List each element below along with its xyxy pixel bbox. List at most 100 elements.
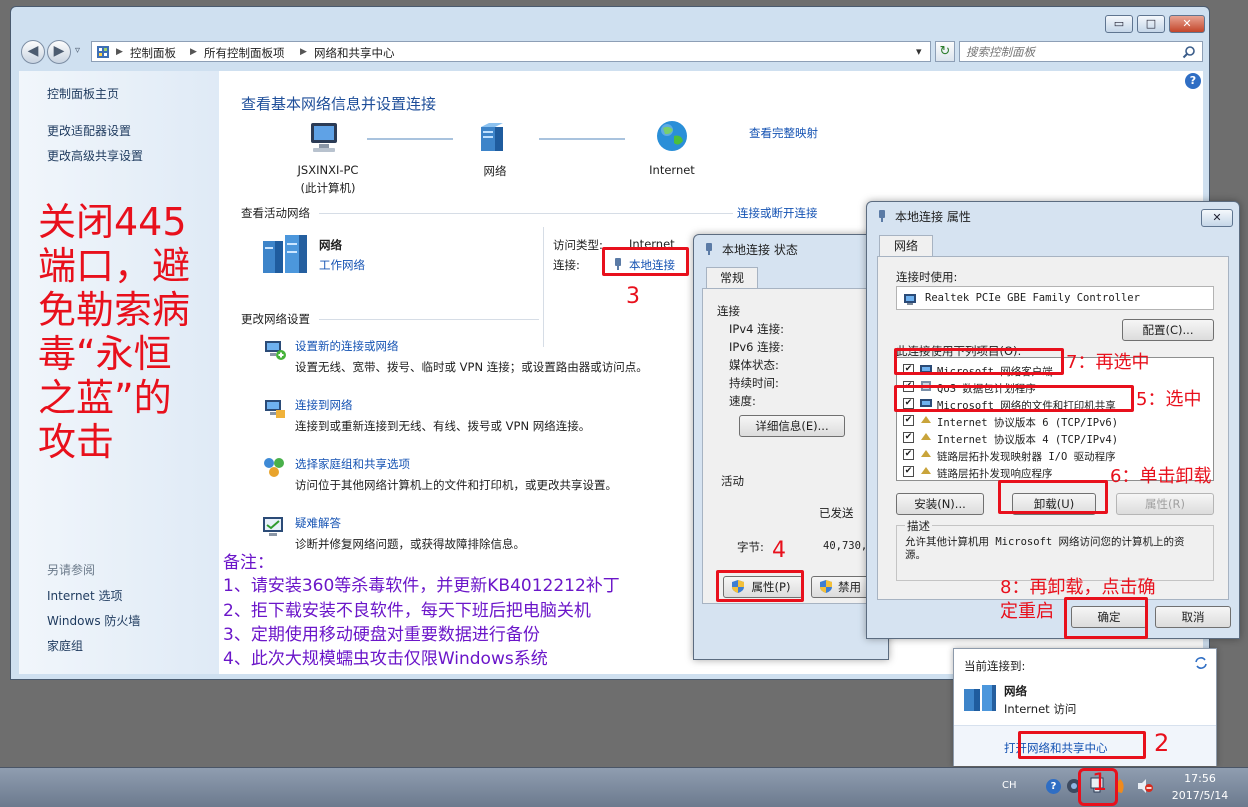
item-checkbox[interactable]: ✔ <box>903 466 914 477</box>
view-full-map-link[interactable]: 查看完整映射 <box>749 125 818 141</box>
search-icon[interactable] <box>1182 45 1196 59</box>
breadcrumb-separator-icon: ▶ <box>300 47 307 57</box>
close-button[interactable]: ✕ <box>1169 15 1205 33</box>
map-connector-line <box>539 138 625 140</box>
connect-disconnect-link[interactable]: 连接或断开连接 <box>737 205 818 221</box>
speed-label: 速度: <box>729 394 756 408</box>
new-connection-icon <box>265 341 286 360</box>
language-indicator[interactable]: CH <box>1002 780 1017 791</box>
sidebar-home-link[interactable]: 控制面板主页 <box>47 85 119 102</box>
sidebar-adapter-settings-link[interactable]: 更改适配器设置 <box>47 122 131 139</box>
note-line: 4、此次大规模蠕虫攻击仅限Windows系统 <box>223 649 548 669</box>
clock-date[interactable]: 2017/5/14 <box>1166 789 1234 802</box>
step-8-highlight <box>1064 597 1148 639</box>
task-connect-network-link[interactable]: 连接到网络 <box>295 397 353 413</box>
step-5-label: 5：选中 <box>1136 389 1202 410</box>
protocol-icon <box>921 467 931 474</box>
tab-general[interactable]: 常规 <box>706 267 758 289</box>
step-4-label: 4 <box>772 538 786 563</box>
minimize-button[interactable]: ▭ <box>1105 15 1133 33</box>
ethernet-plug-icon <box>879 210 885 222</box>
step-6-label: 6：单击卸载 <box>1110 466 1212 487</box>
step-2-label: 2 <box>1154 729 1170 757</box>
address-dropdown-icon[interactable]: ▾ <box>916 45 922 58</box>
homegroup-icon <box>264 458 284 477</box>
protocol-icon <box>921 450 931 457</box>
notes-title: 备注： <box>223 553 274 573</box>
sidebar-internet-options-link[interactable]: Internet 选项 <box>47 587 122 604</box>
step-8-label-line1: 8：再卸载，点击确 <box>1000 577 1156 598</box>
sidebar-advanced-sharing-link[interactable]: 更改高级共享设置 <box>47 147 143 164</box>
bytes-label: 字节: <box>737 540 764 554</box>
step-5-highlight <box>894 385 1134 412</box>
refresh-arrows-icon[interactable] <box>1194 656 1208 670</box>
divider <box>319 319 539 320</box>
item-label[interactable]: Internet 协议版本 6 (TCP/IPv6) <box>937 415 1118 430</box>
protocol-icon <box>921 433 931 440</box>
maximize-button[interactable]: □ <box>1137 15 1165 33</box>
map-network-label: 网络 <box>483 164 507 178</box>
step-8-label-line2: 定重启 <box>1000 601 1054 622</box>
item-label[interactable]: 链路层拓扑发现响应程序 <box>937 466 1053 481</box>
refresh-button[interactable]: ↻ <box>935 41 955 62</box>
install-button[interactable]: 安装(N)... <box>896 493 984 515</box>
item-checkbox[interactable]: ✔ <box>903 449 914 460</box>
connect-network-icon <box>265 400 285 418</box>
breadcrumb-separator-icon: ▶ <box>190 47 197 57</box>
address-bar[interactable]: ▶ 控制面板 ▶ 所有控制面板项 ▶ 网络和共享中心 ▾ <box>91 41 931 62</box>
divider <box>543 227 544 347</box>
headline-line: 攻击 <box>38 420 115 464</box>
map-connector-line <box>367 138 453 140</box>
troubleshoot-icon <box>263 517 283 536</box>
task-homegroup-link[interactable]: 选择家庭组和共享选项 <box>295 456 410 472</box>
step-1-label: 1 <box>1092 768 1108 796</box>
headline-annotation: 关闭445 端口，避 免勒索病 毒“永恒 之蓝”的 攻击 <box>38 200 216 464</box>
item-checkbox[interactable]: ✔ <box>903 432 914 443</box>
properties-close-button[interactable]: ✕ <box>1201 209 1233 227</box>
task-connect-network-desc: 连接到或重新连接到无线、有线、拨号或 VPN 网络连接。 <box>295 419 591 433</box>
note-line: 3、定期使用移动硬盘对重要数据进行备份 <box>223 625 540 645</box>
help-icon[interactable]: ? <box>1185 73 1201 89</box>
search-input[interactable] <box>966 44 1172 59</box>
search-box[interactable] <box>959 41 1203 62</box>
item-label[interactable]: 链路层拓扑发现映射器 I/O 驱动程序 <box>937 449 1116 464</box>
item-properties-button[interactable]: 属性(R) <box>1116 493 1214 515</box>
tab-networking[interactable]: 网络 <box>879 235 933 257</box>
task-new-connection-link[interactable]: 设置新的连接或网络 <box>295 338 399 354</box>
sidebar-firewall-link[interactable]: Windows 防火墙 <box>47 612 140 629</box>
volume-muted-icon[interactable] <box>1136 778 1154 794</box>
headline-line: 关闭445 <box>38 200 187 244</box>
network-type-link[interactable]: 工作网络 <box>319 257 365 273</box>
see-also-heading: 另请参阅 <box>47 563 96 577</box>
breadcrumb-control-panel[interactable]: 控制面板 <box>130 45 176 61</box>
network-adapter-icon <box>904 294 916 305</box>
headline-line: 之蓝”的 <box>38 376 172 420</box>
details-button[interactable]: 详细信息(E)... <box>739 415 845 437</box>
help-tray-icon[interactable]: ? <box>1046 779 1061 794</box>
breadcrumb-network-center[interactable]: 网络和共享中心 <box>314 45 395 61</box>
task-troubleshoot-link[interactable]: 疑难解答 <box>295 515 341 531</box>
breadcrumb-all-items[interactable]: 所有控制面板项 <box>204 45 285 61</box>
recent-pages-dropdown[interactable]: ▿ <box>75 45 80 56</box>
cancel-button[interactable]: 取消 <box>1155 606 1231 628</box>
connection-section-heading: 连接 <box>717 304 740 318</box>
change-settings-heading: 更改网络设置 <box>241 312 310 326</box>
divider <box>319 213 733 214</box>
clock-time[interactable]: 17:56 <box>1168 772 1232 785</box>
computer-icon <box>311 123 337 152</box>
back-button[interactable]: ◀ <box>21 40 45 64</box>
step-6-highlight <box>998 480 1108 514</box>
headline-line: 端口，避 <box>38 244 191 288</box>
task-new-connection-desc: 设置无线、宽带、拨号、临时或 VPN 连接；或设置路由器或访问点。 <box>295 360 648 374</box>
adapter-name: Realtek PCIe GBE Family Controller <box>925 292 1140 304</box>
network-icon <box>481 123 503 151</box>
configure-button[interactable]: 配置(C)... <box>1122 319 1214 341</box>
sidebar-homegroup-link[interactable]: 家庭组 <box>47 637 83 654</box>
item-checkbox[interactable]: ✔ <box>903 415 914 426</box>
item-label[interactable]: Internet 协议版本 4 (TCP/IPv4) <box>937 432 1118 447</box>
duration-label: 持续时间: <box>729 376 779 390</box>
step-4-highlight <box>716 570 804 602</box>
breadcrumb-separator-icon: ▶ <box>116 47 123 57</box>
forward-button[interactable]: ▶ <box>47 40 71 64</box>
media-state-label: 媒体状态: <box>729 358 779 372</box>
